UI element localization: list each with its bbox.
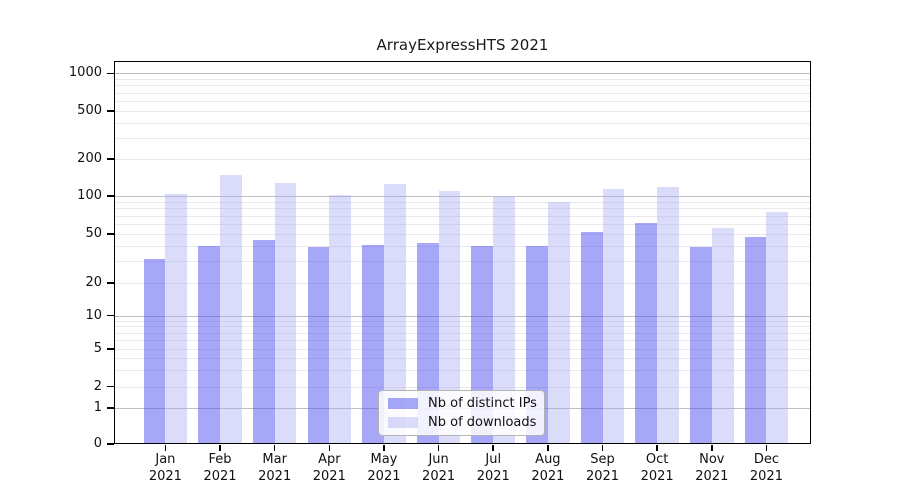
x-tick-4 <box>383 444 385 451</box>
bar-downloads-nov-2021 <box>711 227 734 444</box>
bar-distinct-ips-mar-2021 <box>252 239 275 444</box>
x-tick-3 <box>328 444 331 451</box>
y-tick-label-50: 50 <box>85 226 102 242</box>
y-tick-10 <box>107 314 114 317</box>
y-tick-1 <box>107 407 114 409</box>
y-tick-label-500: 500 <box>77 102 102 118</box>
y-tick-label-100: 100 <box>77 187 102 203</box>
bar-distinct-ips-sep-2021 <box>580 231 603 444</box>
y-tick-label-5: 5 <box>93 341 102 357</box>
y-tick-20 <box>107 282 114 284</box>
legend-label-downloads: Nb of downloads <box>428 415 537 431</box>
x-tick-7 <box>547 444 549 451</box>
bar-distinct-ips-nov-2021 <box>690 247 712 444</box>
bar-downloads-apr-2021 <box>329 195 352 444</box>
legend: Nb of distinct IPs Nb of downloads <box>378 390 545 436</box>
x-tick-label-11: Dec 2021 <box>734 451 798 485</box>
bar-downloads-mar-2021 <box>274 182 297 444</box>
bar-distinct-ips-feb-2021 <box>198 245 221 444</box>
legend-item-distinct-ips: Nb of distinct IPs <box>379 396 544 411</box>
x-tick-label-line: Dec <box>753 452 780 467</box>
y-tick-label-20: 20 <box>85 274 102 290</box>
bar-distinct-ips-apr-2021 <box>307 247 330 444</box>
y-tick-label-200: 200 <box>77 151 102 167</box>
y-tick-50 <box>107 233 114 235</box>
bar-downloads-jan-2021 <box>165 194 188 444</box>
y-tick-label-1000: 1000 <box>68 65 102 81</box>
y-tick-200 <box>107 158 114 160</box>
bar-distinct-ips-jan-2021 <box>143 259 166 444</box>
x-tick-0 <box>164 444 167 451</box>
bar-downloads-oct-2021 <box>657 187 679 444</box>
chart-canvas: ArrayExpressHTS 2021 Nb of distinct IPs … <box>0 0 900 500</box>
x-tick-9 <box>656 444 658 451</box>
legend-swatch-distinct-ips <box>388 397 418 409</box>
x-tick-2 <box>273 444 276 451</box>
x-tick-5 <box>437 444 440 451</box>
chart-title: ArrayExpressHTS 2021 <box>376 36 549 54</box>
y-tick-5 <box>107 348 114 350</box>
y-tick-label-2: 2 <box>93 378 102 394</box>
legend-item-downloads: Nb of downloads <box>379 415 544 430</box>
x-tick-11 <box>765 444 768 451</box>
y-tick-2 <box>107 385 114 388</box>
x-tick-1 <box>219 444 221 451</box>
x-tick-10 <box>711 444 713 451</box>
y-tick-1000 <box>107 72 114 74</box>
x-tick-6 <box>492 444 494 451</box>
x-tick-label-line: 2021 <box>749 469 783 484</box>
y-tick-0 <box>107 443 114 445</box>
legend-label-distinct-ips: Nb of distinct IPs <box>428 395 537 411</box>
bar-downloads-aug-2021 <box>547 202 570 444</box>
bar-distinct-ips-dec-2021 <box>744 237 767 444</box>
plot-area: Nb of distinct IPs Nb of downloads <box>114 61 811 444</box>
bars-layer <box>114 61 811 444</box>
y-tick-500 <box>107 110 114 112</box>
y-tick-label-10: 10 <box>85 307 102 323</box>
bar-downloads-dec-2021 <box>766 211 789 444</box>
legend-swatch-downloads <box>388 417 418 429</box>
bar-downloads-feb-2021 <box>220 175 242 444</box>
x-tick-8 <box>601 444 604 451</box>
bar-downloads-sep-2021 <box>602 189 625 444</box>
y-tick-label-0: 0 <box>93 436 102 451</box>
y-tick-100 <box>107 195 114 197</box>
bar-distinct-ips-oct-2021 <box>635 223 658 444</box>
y-tick-label-1: 1 <box>93 399 102 415</box>
